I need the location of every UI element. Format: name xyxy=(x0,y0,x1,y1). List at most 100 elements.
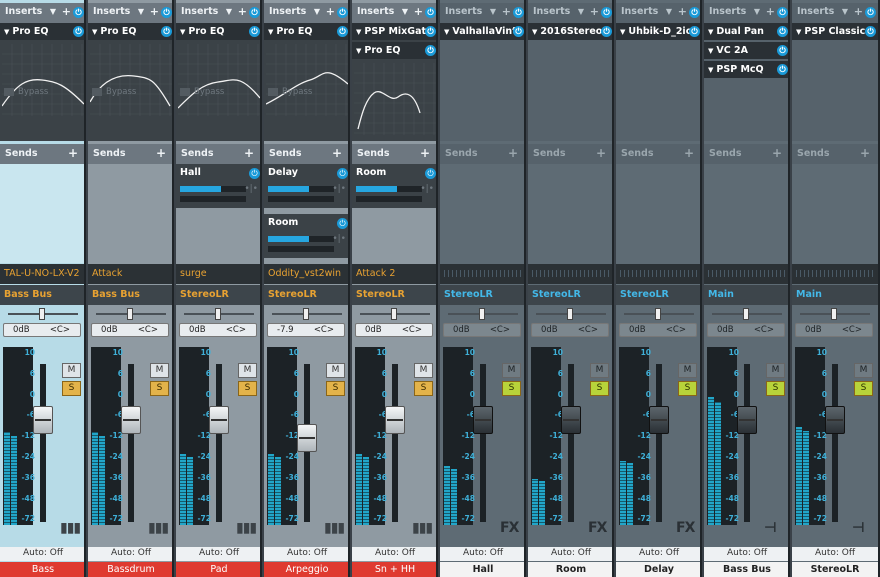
bypass-checkbox[interactable] xyxy=(92,87,102,96)
chevron-down-icon[interactable]: ▼ xyxy=(92,28,97,36)
send-slot[interactable]: Room ⏻ •|• xyxy=(352,164,436,208)
volume-readout[interactable]: 0dB <C> xyxy=(795,323,873,337)
solo-button[interactable]: S xyxy=(414,381,433,396)
output-routing[interactable]: StereoLR xyxy=(616,285,700,305)
chevron-down-icon[interactable]: ▼ xyxy=(268,28,273,36)
insert-slot[interactable]: ▼ PSP MixGat ⏻ xyxy=(352,23,436,40)
pan-control[interactable]: 0dB <C> xyxy=(528,305,612,345)
volume-readout[interactable]: 0dB <C> xyxy=(3,323,81,337)
inserts-header[interactable]: Inserts ▼ + ⏻ xyxy=(88,3,172,23)
solo-button[interactable]: S xyxy=(150,381,169,396)
chevron-down-icon[interactable]: ▼ xyxy=(402,6,408,17)
pan-control[interactable]: 0dB <C> xyxy=(704,305,788,345)
mute-button[interactable]: M xyxy=(62,363,81,378)
volume-fader[interactable] xyxy=(561,406,581,434)
sends-header[interactable]: Sends + xyxy=(0,144,84,164)
sends-header[interactable]: Sends + xyxy=(352,144,436,164)
add-insert-icon[interactable]: + xyxy=(854,6,863,17)
send-pan[interactable] xyxy=(268,196,334,202)
pan-control[interactable]: 0dB <C> xyxy=(352,305,436,345)
power-icon[interactable]: ⏻ xyxy=(337,218,348,229)
sends-header[interactable]: Sends + xyxy=(616,144,700,164)
add-send-icon[interactable]: + xyxy=(68,146,78,160)
channel-name[interactable]: Arpeggio xyxy=(264,562,348,577)
add-insert-icon[interactable]: + xyxy=(150,6,159,17)
send-pan[interactable] xyxy=(356,196,422,202)
chevron-down-icon[interactable]: ▼ xyxy=(50,6,56,17)
pan-knob[interactable] xyxy=(567,308,573,320)
sends-header[interactable]: Sends + xyxy=(792,144,878,164)
pan-control[interactable]: 0dB <C> xyxy=(88,305,172,345)
eq-display[interactable]: Bypass xyxy=(264,42,348,116)
chevron-down-icon[interactable]: ▼ xyxy=(842,6,848,17)
power-icon[interactable]: ⏻ xyxy=(249,7,260,18)
volume-fader[interactable] xyxy=(385,406,405,434)
eq-display[interactable]: Bypass xyxy=(176,42,260,116)
channel-name[interactable]: Sn + HH xyxy=(352,562,436,577)
pan-knob[interactable] xyxy=(743,308,749,320)
insert-slot[interactable]: ▼ ValhallaVinta ⏻ xyxy=(440,23,524,40)
pan-control[interactable]: 0dB <C> xyxy=(0,305,84,345)
volume-readout[interactable]: 0dB <C> xyxy=(443,323,521,337)
channel-name[interactable]: Delay xyxy=(616,562,700,577)
add-insert-icon[interactable]: + xyxy=(326,6,335,17)
chevron-down-icon[interactable]: ▼ xyxy=(226,6,232,17)
power-icon[interactable]: ⏻ xyxy=(337,168,348,179)
add-insert-icon[interactable]: + xyxy=(590,6,599,17)
volume-readout[interactable]: 0dB <C> xyxy=(707,323,785,337)
send-slot[interactable]: Delay ⏻ •|• xyxy=(264,164,348,208)
pan-control[interactable]: 0dB <C> xyxy=(616,305,700,345)
chevron-down-icon[interactable]: ▼ xyxy=(356,47,361,55)
solo-button[interactable]: S xyxy=(502,381,521,396)
power-icon[interactable]: ⏻ xyxy=(249,26,260,37)
volume-readout[interactable]: 0dB <C> xyxy=(91,323,169,337)
automation-mode[interactable]: Auto: Off xyxy=(352,547,436,561)
mute-button[interactable]: M xyxy=(590,363,609,378)
inserts-header[interactable]: Inserts ▼ + ⏻ xyxy=(352,3,436,23)
bypass-checkbox[interactable] xyxy=(268,87,278,96)
channel-name[interactable]: Bass xyxy=(0,562,84,577)
inserts-header[interactable]: Inserts ▼ + ⏻ xyxy=(792,3,878,23)
add-send-icon[interactable]: + xyxy=(420,146,430,160)
mute-button[interactable]: M xyxy=(766,363,785,378)
power-icon[interactable]: ⏻ xyxy=(689,7,700,18)
volume-readout[interactable]: 0dB <C> xyxy=(531,323,609,337)
sends-header[interactable]: Sends + xyxy=(704,144,788,164)
mute-button[interactable]: M xyxy=(326,363,345,378)
insert-slot[interactable]: ▼ VC 2A ⏻ xyxy=(704,42,788,59)
chevron-down-icon[interactable]: ▼ xyxy=(180,28,185,36)
bypass-toggle[interactable]: Bypass xyxy=(268,87,312,97)
device-name[interactable]: Oddity_vst2win xyxy=(264,264,348,284)
add-send-icon[interactable]: + xyxy=(156,146,166,160)
bypass-checkbox[interactable] xyxy=(180,87,190,96)
power-icon[interactable]: ⏻ xyxy=(865,26,876,37)
chevron-down-icon[interactable]: ▼ xyxy=(666,6,672,17)
add-send-icon[interactable]: + xyxy=(596,146,606,160)
device-name[interactable]: surge xyxy=(176,264,260,284)
send-level[interactable] xyxy=(268,236,334,242)
solo-button[interactable]: S xyxy=(854,381,873,396)
power-icon[interactable]: ⏻ xyxy=(337,26,348,37)
add-send-icon[interactable]: + xyxy=(508,146,518,160)
automation-mode[interactable]: Auto: Off xyxy=(176,547,260,561)
volume-readout[interactable]: 0dB <C> xyxy=(179,323,257,337)
automation-mode[interactable]: Auto: Off xyxy=(616,547,700,561)
add-insert-icon[interactable]: + xyxy=(502,6,511,17)
sends-header[interactable]: Sends + xyxy=(176,144,260,164)
channel-name[interactable]: Bass Bus xyxy=(704,562,788,577)
power-icon[interactable]: ⏻ xyxy=(777,26,788,37)
automation-mode[interactable]: Auto: Off xyxy=(704,547,788,561)
mute-button[interactable]: M xyxy=(414,363,433,378)
chevron-down-icon[interactable]: ▼ xyxy=(796,28,801,36)
inserts-header[interactable]: Inserts ▼ + ⏻ xyxy=(528,3,612,23)
pan-knob[interactable] xyxy=(391,308,397,320)
power-icon[interactable]: ⏻ xyxy=(777,45,788,56)
power-icon[interactable]: ⏻ xyxy=(425,168,436,179)
volume-fader[interactable] xyxy=(649,406,669,434)
pan-control[interactable]: 0dB <C> xyxy=(440,305,524,345)
device-name[interactable]: Attack 2 xyxy=(352,264,436,284)
power-icon[interactable]: ⏻ xyxy=(73,26,84,37)
add-insert-icon[interactable]: + xyxy=(238,6,247,17)
add-insert-icon[interactable]: + xyxy=(766,6,775,17)
pan-knob[interactable] xyxy=(831,308,837,320)
